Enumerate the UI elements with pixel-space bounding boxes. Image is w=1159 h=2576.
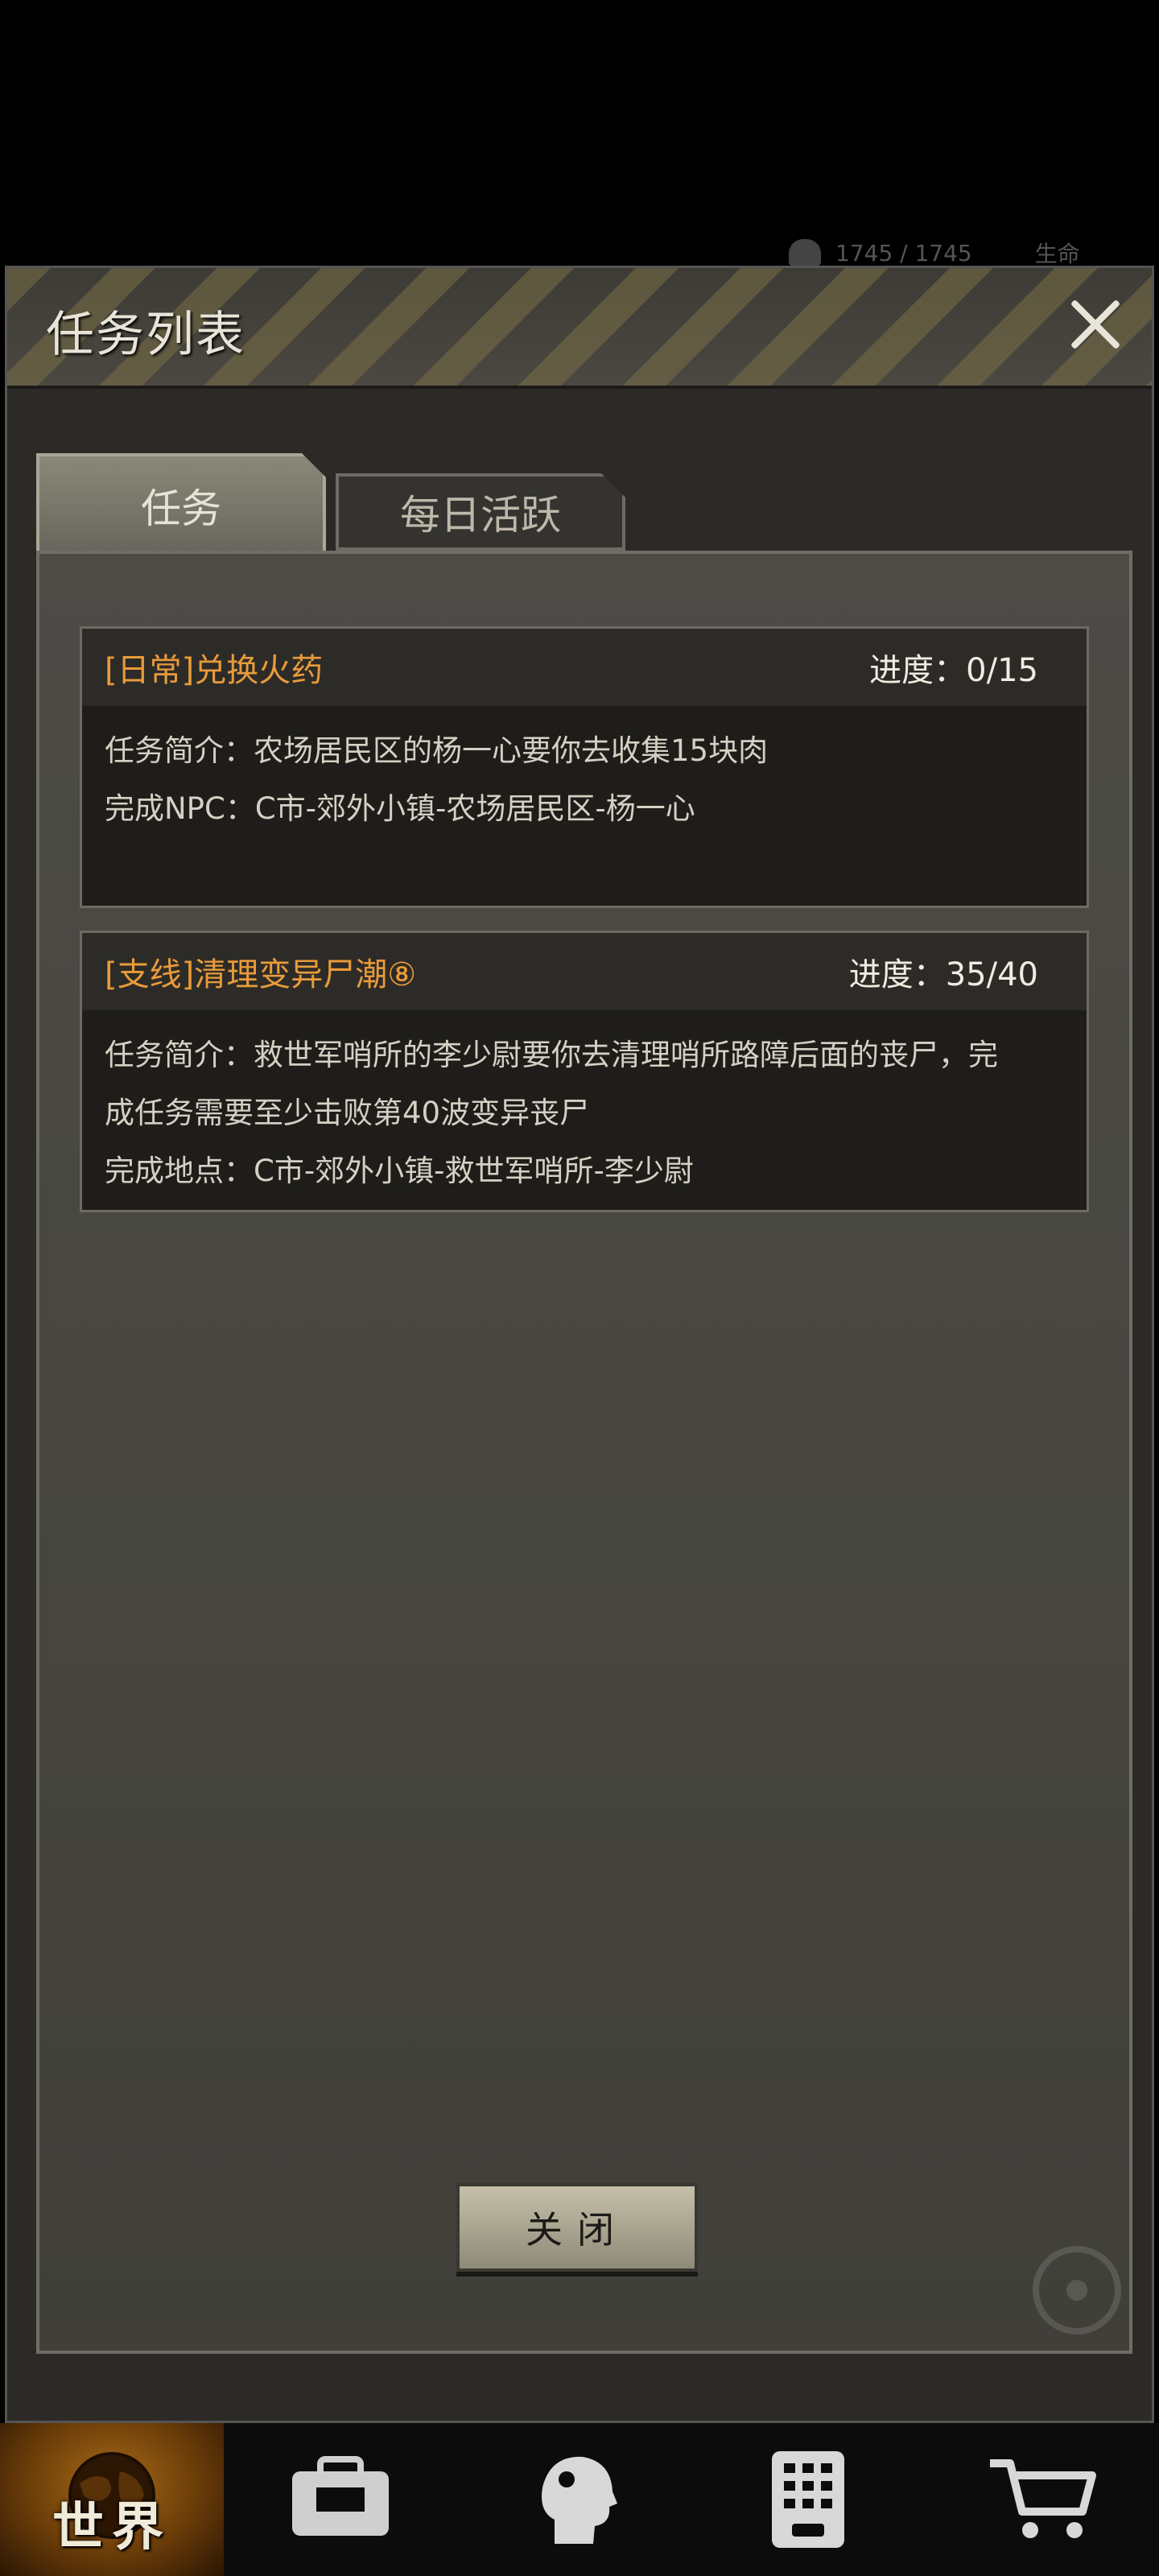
quest-title: [支线]清理变异尸潮⑧ xyxy=(105,956,417,993)
nav-item-backpack[interactable] xyxy=(224,2423,458,2576)
quest-header: [日常]兑换火药 进度：0/15 xyxy=(82,629,1087,706)
quest-header: [支线]清理变异尸潮⑧ 进度：35/40 xyxy=(82,933,1087,1010)
task-content-panel: [日常]兑换火药 进度：0/15 任务简介：农场居民区的杨一心要你去收集15块肉… xyxy=(36,551,1132,2354)
close-button[interactable]: 关闭 xyxy=(456,2183,698,2272)
background-status-text: 1745 / 1745 xyxy=(835,239,972,266)
background-status-label: 生命 xyxy=(1034,241,1080,267)
nav-item-phone[interactable] xyxy=(691,2423,926,2576)
quest-body: 任务简介：救世军哨所的李少尉要你去清理哨所路障后面的丧尸，完 成任务需要至少击败… xyxy=(82,1010,1087,1216)
cart-icon xyxy=(982,2443,1103,2556)
head-icon xyxy=(514,2443,635,2556)
nav-item-character[interactable] xyxy=(458,2423,692,2576)
backpack-icon xyxy=(280,2443,401,2556)
bottom-nav: 世界 xyxy=(0,2423,1159,2576)
quest-completion-location: 完成地点：C市-郊外小镇-救世军哨所-李少尉 xyxy=(105,1154,694,1188)
tab-daily-activity[interactable]: 每日活跃 xyxy=(336,473,625,551)
heart-icon xyxy=(789,239,821,266)
quest-completion-npc: 完成NPC：C市-郊外小镇-农场居民区-杨一心 xyxy=(105,791,695,826)
phone-icon xyxy=(748,2443,868,2556)
modal-header: 任务列表 xyxy=(7,268,1152,389)
nav-item-world[interactable]: 世界 xyxy=(0,2423,224,2576)
quest-title: [日常]兑换火药 xyxy=(105,652,324,689)
quest-description: 任务简介：农场居民区的杨一心要你去收集15块肉 xyxy=(105,733,769,768)
close-icon[interactable] xyxy=(1063,292,1128,357)
nav-label-world: 世界 xyxy=(52,2498,171,2557)
radiation-icon xyxy=(1033,2246,1121,2334)
nav-item-shop[interactable] xyxy=(926,2423,1159,2576)
quest-card[interactable]: [日常]兑换火药 进度：0/15 任务简介：农场居民区的杨一心要你去收集15块肉… xyxy=(80,626,1089,908)
tab-tasks[interactable]: 任务 xyxy=(36,453,326,558)
modal-title: 任务列表 xyxy=(46,307,245,363)
quest-body: 任务简介：农场居民区的杨一心要你去收集15块肉 完成NPC：C市-郊外小镇-农场… xyxy=(82,706,1087,854)
quest-progress: 进度：0/15 xyxy=(869,652,1038,689)
quest-description-continued: 成任务需要至少击败第40波变异丧尸 xyxy=(105,1096,590,1130)
task-list-modal: 任务列表 任务 每日活跃 [日常]兑换火药 进度：0/15 任务简介：农场居民区… xyxy=(5,266,1154,2423)
quest-description: 任务简介：救世军哨所的李少尉要你去清理哨所路障后面的丧尸，完 xyxy=(105,1038,998,1072)
quest-progress: 进度：35/40 xyxy=(848,956,1038,993)
quest-card[interactable]: [支线]清理变异尸潮⑧ 进度：35/40 任务简介：救世军哨所的李少尉要你去清理… xyxy=(80,931,1089,1212)
